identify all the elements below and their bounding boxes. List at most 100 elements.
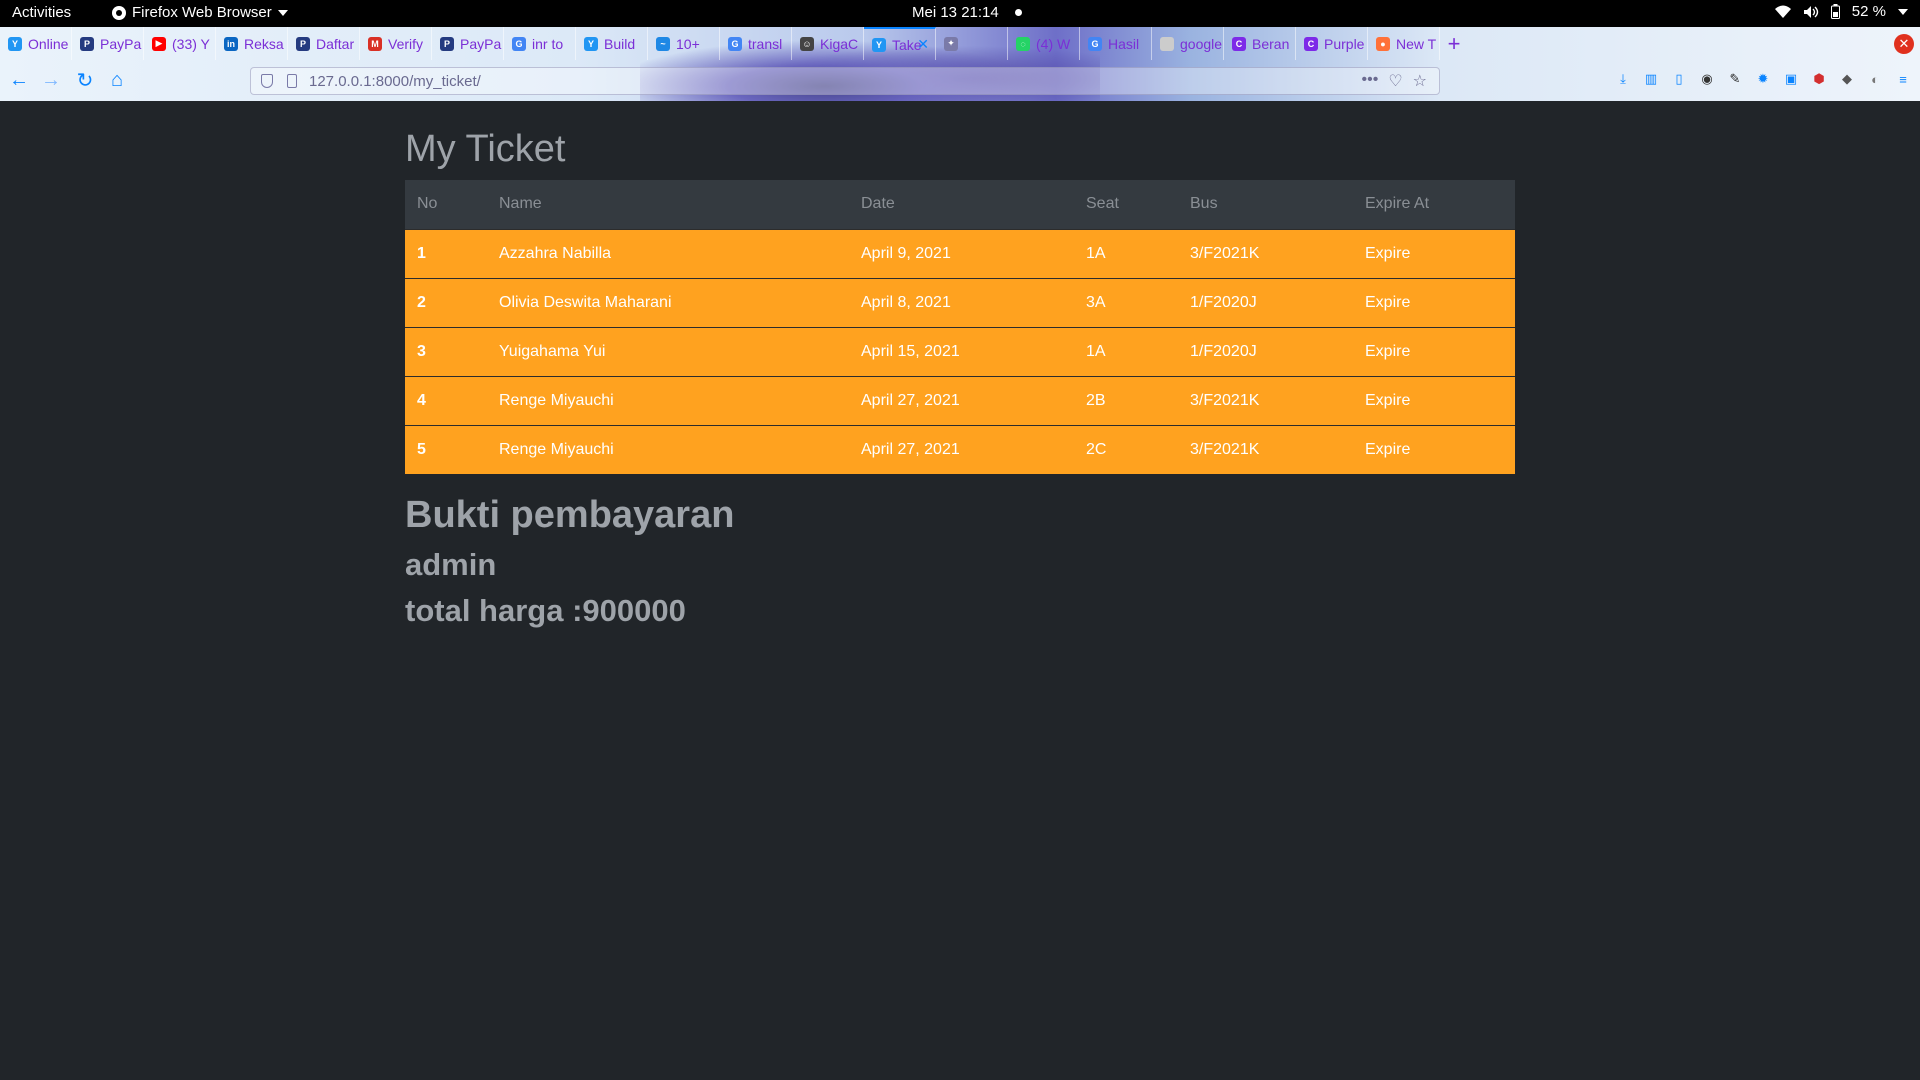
new-tab-button[interactable]: + bbox=[1440, 27, 1468, 60]
table-row: 4 Renge Miyauchi April 27, 2021 2B 3/F20… bbox=[405, 376, 1515, 425]
browser-tab-label: PayPa bbox=[100, 35, 142, 52]
library-icon[interactable]: ▥ bbox=[1642, 70, 1660, 88]
back-arrow-icon[interactable]: ← bbox=[8, 69, 30, 91]
browser-tab[interactable]: ☺ KigaC bbox=[792, 27, 864, 60]
cell-expire-at: Expire bbox=[1365, 342, 1411, 360]
chart-icon: ~ bbox=[656, 36, 670, 51]
column-header-name: Name bbox=[499, 195, 542, 213]
puzzle-icon: ✦ bbox=[944, 36, 958, 51]
battery-icon bbox=[1830, 4, 1840, 19]
table-row: 3 Yuigahama Yui April 15, 2021 1A 1/F202… bbox=[405, 327, 1515, 376]
clock[interactable]: Mei 13 21:14 bbox=[912, 4, 1022, 21]
close-tab-icon[interactable]: ✕ bbox=[917, 36, 929, 53]
canva-icon: C bbox=[1232, 36, 1246, 51]
notification-dot-icon bbox=[1014, 9, 1022, 16]
cell-bus: 3/F2021K bbox=[1190, 391, 1260, 409]
paypal-icon: P bbox=[440, 36, 454, 51]
browser-tab[interactable]: ● New T bbox=[1368, 27, 1440, 60]
cell-seat: 2B bbox=[1086, 391, 1106, 409]
shield-icon[interactable] bbox=[261, 74, 273, 88]
home-icon[interactable]: ⌂ bbox=[106, 69, 128, 91]
more-actions-icon[interactable]: ••• bbox=[1362, 71, 1379, 91]
reload-icon[interactable]: ↻ bbox=[74, 69, 96, 92]
browser-tab[interactable]: ~10+ bbox=[648, 27, 720, 60]
browser-tab[interactable]: Gtransl bbox=[720, 27, 792, 60]
browser-tab[interactable]: ◌ (4) W bbox=[1008, 27, 1080, 60]
gmail-icon: M bbox=[368, 36, 382, 51]
browser-tab[interactable]: Y Build bbox=[576, 27, 648, 60]
app-menu[interactable]: Firefox Web Browser bbox=[112, 4, 288, 21]
system-top-bar: Activities Firefox Web Browser Mei 13 21… bbox=[0, 0, 1920, 27]
cell-bus: 3/F2021K bbox=[1190, 440, 1260, 458]
extension-icon[interactable]: ◐ bbox=[1866, 70, 1884, 88]
extensions-toolbar: ⤓ ▥ ▯ ◉ ✎ ✹ ▣ ⬢ ◆ ◐ ≡ bbox=[1614, 70, 1912, 88]
adblock-icon[interactable]: ⬢ bbox=[1810, 70, 1828, 88]
page-info-icon[interactable] bbox=[287, 74, 297, 88]
blank-icon bbox=[1160, 36, 1174, 51]
extension-icon[interactable]: ✹ bbox=[1754, 70, 1772, 88]
avatar-icon: ☺ bbox=[800, 36, 814, 51]
table-header-row: No Name Date Seat Bus Expire At bbox=[405, 180, 1515, 229]
download-icon[interactable]: ⤓ bbox=[1614, 70, 1632, 88]
browser-tab-label: Beran bbox=[1252, 35, 1290, 52]
browser-tab[interactable]: C Beran bbox=[1224, 27, 1296, 60]
youtube-icon: ▶ bbox=[152, 36, 166, 51]
cell-expire-at: Expire bbox=[1365, 440, 1411, 458]
browser-tab[interactable]: P PayPa bbox=[432, 27, 504, 60]
clock-text: Mei 13 21:14 bbox=[912, 4, 999, 21]
browser-tab[interactable]: C Purple bbox=[1296, 27, 1368, 60]
browser-tab[interactable]: P PayPa bbox=[72, 27, 144, 60]
browser-tab[interactable]: google.c bbox=[1152, 27, 1224, 60]
cell-seat: 2C bbox=[1086, 440, 1107, 458]
system-tray[interactable]: 52 % bbox=[1774, 3, 1908, 20]
browser-tab[interactable]: M Verify bbox=[360, 27, 432, 60]
menu-icon[interactable]: ≡ bbox=[1894, 70, 1912, 88]
browser-tab[interactable]: Y Take ✕ bbox=[864, 27, 936, 60]
cell-expire-at: Expire bbox=[1365, 391, 1411, 409]
browser-tab[interactable]: Ginr to bbox=[504, 27, 576, 60]
browser-tab[interactable]: P Daftar bbox=[288, 27, 360, 60]
browser-tab[interactable]: in Reksa bbox=[216, 27, 288, 60]
google-icon: G bbox=[1088, 36, 1102, 51]
address-bar[interactable]: 127.0.0.1:8000/my_ticket/ ••• ♡ ☆ bbox=[250, 67, 1440, 95]
extension-icon[interactable]: ✎ bbox=[1726, 70, 1744, 88]
browser-tab[interactable]: G Hasil bbox=[1080, 27, 1152, 60]
ticket-table: No Name Date Seat Bus Expire At 1 Azzahr… bbox=[405, 180, 1515, 474]
column-header-no: No bbox=[417, 195, 438, 213]
cell-expire-at: Expire bbox=[1365, 244, 1411, 262]
cell-date: April 27, 2021 bbox=[861, 391, 960, 409]
forward-arrow-icon[interactable]: → bbox=[40, 69, 62, 91]
cell-expire-at: Expire bbox=[1365, 293, 1411, 311]
window-close-icon[interactable]: ✕ bbox=[1894, 34, 1914, 54]
browser-tab[interactable]: ✦ bbox=[936, 27, 1008, 60]
browser-tab-label: Hasil bbox=[1108, 35, 1140, 52]
browser-tab-label: (33) Y bbox=[172, 35, 210, 52]
sidebar-icon[interactable]: ▯ bbox=[1670, 70, 1688, 88]
wifi-icon bbox=[1774, 5, 1791, 18]
cell-bus: 1/F2020J bbox=[1190, 293, 1257, 311]
extension-icon[interactable]: ◉ bbox=[1698, 70, 1716, 88]
browser-tab-label: 10+ bbox=[676, 35, 700, 52]
activities-button[interactable]: Activities bbox=[12, 4, 71, 21]
extension-icon[interactable]: ▣ bbox=[1782, 70, 1800, 88]
browser-tab[interactable]: Y Online bbox=[0, 27, 72, 60]
browser-tab-label: (4) W bbox=[1036, 35, 1071, 52]
browser-tab-label: Reksa bbox=[244, 35, 284, 52]
bookmark-star-icon[interactable]: ☆ bbox=[1413, 71, 1427, 91]
extension-icon[interactable]: ◆ bbox=[1838, 70, 1856, 88]
table-row: 2 Olivia Deswita Maharani April 8, 2021 … bbox=[405, 278, 1515, 327]
yandex-icon: Y bbox=[584, 36, 598, 51]
browser-tab[interactable]: ▶ (33) Y bbox=[144, 27, 216, 60]
cell-name: Olivia Deswita Maharani bbox=[499, 293, 672, 311]
page-title: My Ticket bbox=[405, 128, 566, 170]
cell-no: 5 bbox=[417, 440, 426, 458]
chevron-down-icon bbox=[1898, 8, 1908, 15]
url-text[interactable]: 127.0.0.1:8000/my_ticket/ bbox=[309, 73, 481, 90]
pocket-icon[interactable]: ♡ bbox=[1388, 71, 1402, 91]
firefox-icon: ● bbox=[1376, 36, 1390, 51]
browser-tab-label: inr to bbox=[532, 35, 564, 52]
cell-no: 3 bbox=[417, 342, 426, 360]
username-text: admin bbox=[405, 547, 497, 582]
cell-no: 4 bbox=[417, 391, 426, 409]
cell-seat: 1A bbox=[1086, 244, 1106, 262]
